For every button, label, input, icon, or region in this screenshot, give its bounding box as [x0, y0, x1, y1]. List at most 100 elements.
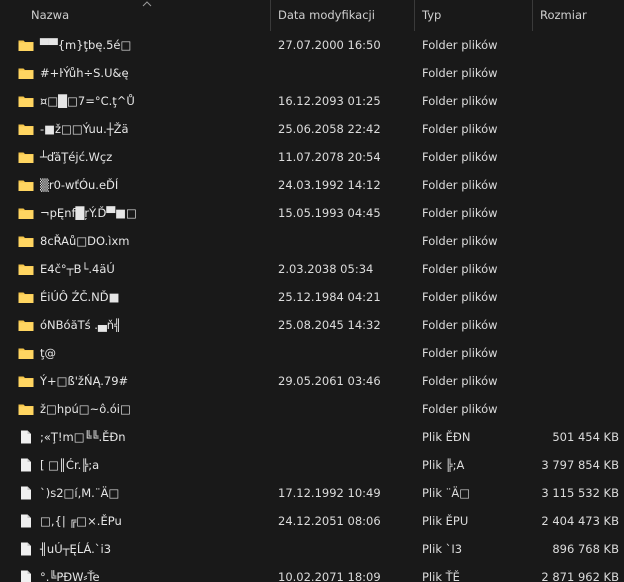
file-icon: [18, 430, 34, 444]
item-type: Plik ĚPU: [422, 514, 469, 528]
list-item[interactable]: ţ@ Folder plików: [0, 339, 624, 367]
item-date: 25.08.2045 14:32: [278, 318, 381, 332]
item-name: ž□hpú□~ô.ói□: [40, 402, 131, 416]
item-type: Folder plików: [422, 234, 498, 248]
file-list-view: Nazwa Data modyfikacji Typ Rozmiar ▀▀{m}…: [0, 0, 624, 582]
item-type: Plik ¨Ä□: [422, 486, 471, 500]
column-header-size[interactable]: Rozmiar: [533, 0, 619, 31]
item-type: Folder plików: [422, 150, 498, 164]
item-name-cell: #+ŀÝůh÷S.U&ę: [0, 66, 271, 80]
item-size: 2 404 473 KB: [541, 514, 619, 528]
item-date: 27.07.2000 16:50: [278, 38, 381, 52]
list-item[interactable]: ┴ďăŢéjć.Wçz 11.07.2078 20:54 Folder plików: [0, 143, 624, 171]
item-name: ▒r0-wťÓu.eĎÍ: [40, 178, 119, 192]
list-item[interactable]: Ý+□ß'žŃĄ.79# 29.05.2061 03:46 Folder plikó…: [0, 367, 624, 395]
item-name-cell: ▀▀{m}ţbę.5é□: [0, 38, 271, 52]
item-name: [ □║Ćr.╠;a: [40, 458, 100, 472]
file-icon: [18, 458, 34, 472]
item-type: Plik ╠;A: [422, 458, 465, 472]
item-size: 2 871 962 KB: [541, 570, 619, 582]
list-item[interactable]: ▒r0-wťÓu.eĎÍ 24.03.1992 14:12 Folder plikó…: [0, 171, 624, 199]
file-icon: [18, 514, 34, 528]
folder-icon: [18, 122, 34, 136]
column-header-date[interactable]: Data modyfikacji: [271, 0, 415, 31]
item-type: Folder plików: [422, 66, 498, 80]
item-name-cell: ┴ďăŢéjć.Wçz: [0, 150, 271, 164]
item-size: 3 797 854 KB: [541, 458, 619, 472]
folder-icon: [18, 290, 34, 304]
item-name: ÉiÚÔ ŹČ.NĎ■: [40, 290, 120, 304]
item-type: Folder plików: [422, 290, 498, 304]
list-item[interactable]: ╢uÚ┬ĘĹÁ.`i3 Plik `I3 896 768 KB: [0, 535, 624, 563]
folder-icon: [18, 234, 34, 248]
list-item[interactable]: °.╚PÐW⸗Ťe 10.02.2071 18:09 Plik ŤĚ 2 871 96…: [0, 563, 624, 582]
file-icon: [18, 542, 34, 556]
item-name-cell: ¤□█□7=°C.ţ^Ů: [0, 94, 271, 108]
list-item[interactable]: ;«Ţ!m□╚╚.ĚĐn Plik ĚĐN 501 454 KB: [0, 423, 624, 451]
list-item[interactable]: ¤□█□7=°C.ţ^Ů 16.12.2093 01:25 Folder plikó…: [0, 87, 624, 115]
item-date: 11.07.2078 20:54: [278, 150, 381, 164]
item-name-cell: -■ž□□Ýuu.┼Žä: [0, 122, 271, 136]
item-name: ▀▀{m}ţbę.5é□: [40, 38, 132, 52]
item-type: Folder plików: [422, 374, 498, 388]
list-item[interactable]: E4č°┬B└.4äÚ 2.03.2038 05:34 Folder plików: [0, 255, 624, 283]
item-name-cell: ╢uÚ┬ĘĹÁ.`i3: [0, 542, 271, 556]
item-name-cell: [ □║Ćr.╠;a: [0, 458, 271, 472]
folder-icon: [18, 346, 34, 360]
item-name: °.╚PÐW⸗Ťe: [40, 570, 100, 582]
item-name-cell: E4č°┬B└.4äÚ: [0, 262, 271, 276]
item-date: 16.12.2093 01:25: [278, 94, 381, 108]
item-type: Folder plików: [422, 346, 498, 360]
column-header-size-label: Rozmiar: [540, 7, 587, 22]
item-date: 2.03.2038 05:34: [278, 262, 374, 276]
item-name-cell: ÉiÚÔ ŹČ.NĎ■: [0, 290, 271, 304]
item-size: 501 454 KB: [552, 430, 619, 444]
list-item[interactable]: □,{| ╔□×.ĚPu 24.12.2051 08:06 Plik ĚPU 2 40…: [0, 507, 624, 535]
item-name: `)s2□í,M.¨Ä□: [40, 486, 120, 500]
item-type: Folder plików: [422, 122, 498, 136]
list-item[interactable]: -■ž□□Ýuu.┼Žä 25.06.2058 22:42 Folder plikó…: [0, 115, 624, 143]
column-header-name-label: Nazwa: [31, 7, 70, 22]
file-list: ▀▀{m}ţbę.5é□ 27.07.2000 16:50 Folder plikó…: [0, 31, 624, 582]
list-item[interactable]: 8cŘAů□DO.ìxm Folder plików: [0, 227, 624, 255]
item-date: 29.05.2061 03:46: [278, 374, 381, 388]
folder-icon: [18, 374, 34, 388]
column-header-type-label: Typ: [422, 7, 442, 22]
item-name: -■ž□□Ýuu.┼Žä: [40, 122, 129, 136]
item-name-cell: `)s2□í,M.¨Ä□: [0, 486, 271, 500]
sort-ascending-icon: [142, 1, 152, 7]
folder-icon: [18, 38, 34, 52]
item-name: ╢uÚ┬ĘĹÁ.`i3: [40, 542, 112, 556]
list-item[interactable]: óNBóăTś .▄ň╣ 25.08.2045 14:32 Folder plikó…: [0, 311, 624, 339]
item-name: Ý+□ß'žŃĄ.79#: [40, 374, 129, 388]
item-name: ¤□█□7=°C.ţ^Ů: [40, 94, 135, 108]
list-item[interactable]: ¬pĘnf█ŗÝ.Ď▀■□ 15.05.1993 04:45 Folder plik…: [0, 199, 624, 227]
item-type: Plik ŤĚ: [422, 570, 460, 582]
item-type: Folder plików: [422, 262, 498, 276]
folder-icon: [18, 178, 34, 192]
file-icon: [18, 486, 34, 500]
item-type: Plik ĚĐN: [422, 430, 471, 444]
item-type: Folder plików: [422, 206, 498, 220]
column-header-name[interactable]: Nazwa: [0, 0, 271, 31]
item-date: 24.03.1992 14:12: [278, 178, 381, 192]
folder-icon: [18, 318, 34, 332]
item-name: óNBóăTś .▄ň╣: [40, 318, 121, 332]
item-name: ┴ďăŢéjć.Wçz: [40, 150, 113, 164]
list-item[interactable]: ž□hpú□~ô.ói□ Folder plików: [0, 395, 624, 423]
list-item[interactable]: ▀▀{m}ţbę.5é□ 27.07.2000 16:50 Folder plikó…: [0, 31, 624, 59]
list-item[interactable]: #+ŀÝůh÷S.U&ę Folder plików: [0, 59, 624, 87]
list-item[interactable]: ÉiÚÔ ŹČ.NĎ■ 25.12.1984 04:21 Folder plików: [0, 283, 624, 311]
column-header-date-label: Data modyfikacji: [278, 7, 375, 22]
item-date: 24.12.2051 08:06: [278, 514, 381, 528]
item-name-cell: óNBóăTś .▄ň╣: [0, 318, 271, 332]
item-name: 8cŘAů□DO.ìxm: [40, 234, 130, 248]
list-item[interactable]: [ □║Ćr.╠;a Plik ╠;A 3 797 854 KB: [0, 451, 624, 479]
item-name-cell: □,{| ╔□×.ĚPu: [0, 514, 271, 528]
list-item[interactable]: `)s2□í,M.¨Ä□ 17.12.1992 10:49 Plik ¨Ä□ 3 11…: [0, 479, 624, 507]
folder-icon: [18, 206, 34, 220]
item-name-cell: ţ@: [0, 346, 271, 360]
column-header-type[interactable]: Typ: [415, 0, 533, 31]
item-type: Folder plików: [422, 402, 498, 416]
item-name-cell: 8cŘAů□DO.ìxm: [0, 234, 271, 248]
